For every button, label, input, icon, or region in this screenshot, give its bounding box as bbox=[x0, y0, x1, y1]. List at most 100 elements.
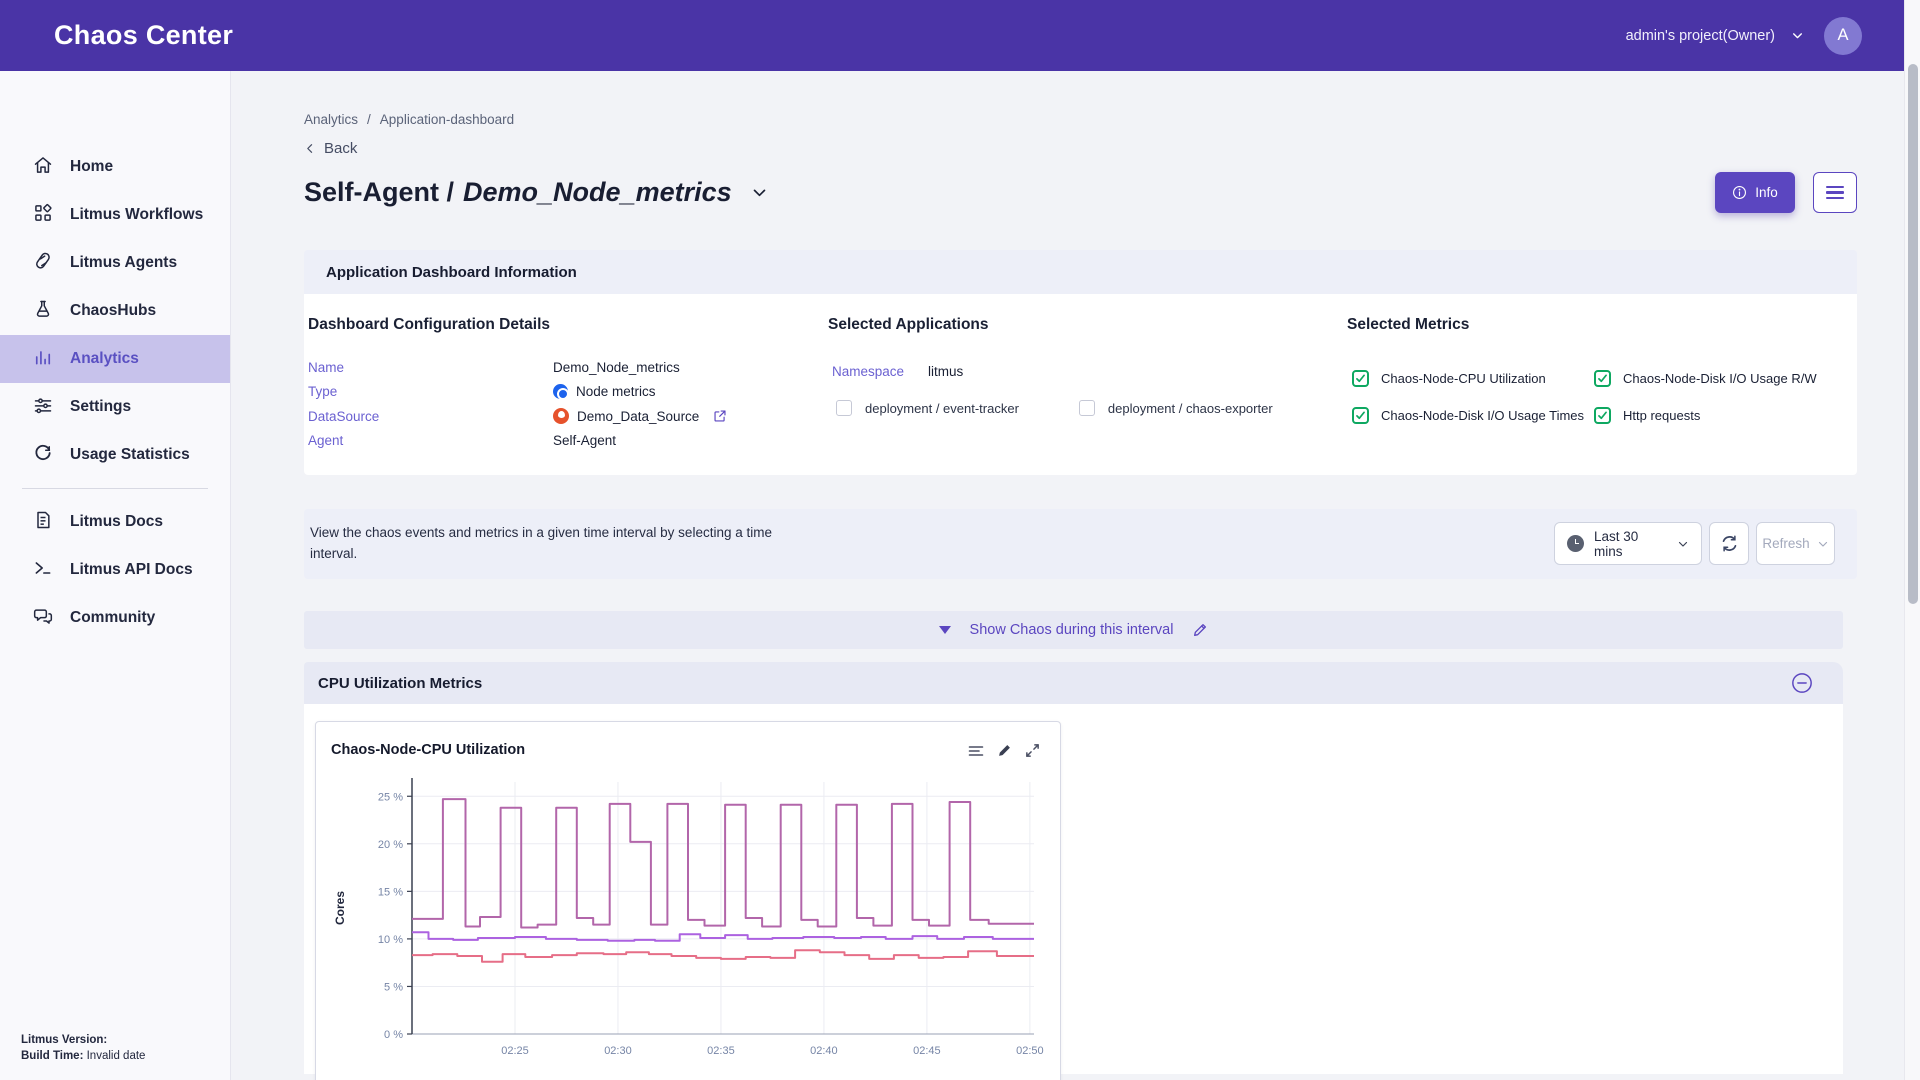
avatar[interactable]: A bbox=[1824, 17, 1862, 55]
cpu-section-title: CPU Utilization Metrics bbox=[318, 675, 482, 692]
page-title-dashboard: Demo_Node_metrics bbox=[463, 177, 732, 208]
external-link-icon[interactable] bbox=[713, 409, 727, 423]
sidebar-item-usage-statistics[interactable]: Usage Statistics bbox=[0, 431, 230, 479]
chart-expand-icon[interactable] bbox=[1025, 743, 1040, 759]
svg-text:02:35: 02:35 bbox=[707, 1045, 735, 1057]
show-chaos-label: Show Chaos during this interval bbox=[970, 622, 1174, 638]
svg-text:02:30: 02:30 bbox=[604, 1045, 632, 1057]
scrollbar-thumb[interactable] bbox=[1908, 64, 1918, 604]
node-metrics-icon bbox=[553, 384, 568, 399]
sidebar-item-litmus-api-docs[interactable]: Litmus API Docs bbox=[0, 546, 230, 594]
chevron-down-icon bbox=[1677, 538, 1689, 550]
application-option-label: deployment / chaos-exporter bbox=[1108, 401, 1273, 416]
dashboard-info-title: Application Dashboard Information bbox=[326, 264, 577, 281]
time-range-select[interactable]: Last 30 mins bbox=[1554, 522, 1702, 565]
sidebar-item-home[interactable]: Home bbox=[0, 143, 230, 191]
refresh-icon bbox=[1720, 534, 1739, 553]
applications-title: Selected Applications bbox=[828, 316, 989, 334]
chevron-left-icon bbox=[304, 142, 317, 155]
metric-option-label: Chaos-Node-Disk I/O Usage Times bbox=[1381, 408, 1584, 423]
config-row-datasource: DataSource Demo_Data_Source bbox=[308, 404, 727, 429]
checkbox-disk-io-times[interactable] bbox=[1352, 407, 1369, 424]
svg-text:02:45: 02:45 bbox=[913, 1045, 941, 1057]
terminal-icon bbox=[33, 558, 53, 583]
page-title: Self-Agent / Demo_Node_metrics bbox=[304, 177, 768, 208]
build-time-value: Invalid date bbox=[87, 1050, 146, 1062]
sidebar-item-label: Home bbox=[70, 158, 113, 176]
application-option: deployment / chaos-exporter bbox=[1079, 400, 1273, 416]
main-content: Analytics / Application-dashboard Back S… bbox=[232, 71, 1904, 1080]
sidebar: Home Litmus Workflows Litmus Agents Chao… bbox=[0, 71, 231, 1080]
sidebar-item-settings[interactable]: Settings bbox=[0, 383, 230, 431]
refresh-interval-select[interactable]: Refresh bbox=[1756, 522, 1835, 565]
svg-text:15 %: 15 % bbox=[378, 886, 403, 898]
info-button-label: Info bbox=[1755, 185, 1778, 200]
checkbox-event-tracker[interactable] bbox=[836, 400, 852, 416]
cpu-utilization-chart: 0 %5 %10 %15 %20 %25 %02:2502:3002:3502:… bbox=[324, 774, 1046, 1074]
svg-text:5 %: 5 % bbox=[384, 981, 403, 993]
config-label: Agent bbox=[308, 433, 553, 448]
info-button[interactable]: Info bbox=[1715, 172, 1795, 213]
sidebar-item-litmus-docs[interactable]: Litmus Docs bbox=[0, 498, 230, 546]
sidebar-divider bbox=[22, 488, 208, 489]
sidebar-item-analytics[interactable]: Analytics bbox=[0, 335, 230, 383]
checkbox-chaos-exporter[interactable] bbox=[1079, 400, 1095, 416]
sidebar-item-label: Litmus Agents bbox=[70, 254, 177, 272]
sidebar-item-litmus-workflows[interactable]: Litmus Workflows bbox=[0, 191, 230, 239]
collapse-section-icon[interactable] bbox=[1791, 672, 1813, 694]
sliders-icon bbox=[33, 395, 53, 420]
metrics-title: Selected Metrics bbox=[1347, 316, 1469, 334]
back-button[interactable]: Back bbox=[304, 140, 374, 157]
pencil-icon[interactable] bbox=[1192, 622, 1208, 638]
chart-series-cpu-utilization-mid bbox=[412, 932, 1034, 941]
chevron-down-icon bbox=[1791, 29, 1804, 42]
chart-series-cpu-utilization-high bbox=[412, 799, 1034, 927]
configuration-title: Dashboard Configuration Details bbox=[308, 316, 727, 334]
checkbox-http-requests[interactable] bbox=[1594, 407, 1611, 424]
config-row-agent: Agent Self-Agent bbox=[308, 429, 727, 454]
selected-applications: Selected Applications bbox=[828, 316, 989, 334]
document-icon bbox=[33, 510, 53, 535]
dashboard-menu-button[interactable] bbox=[1813, 172, 1857, 213]
config-row-type: Type Node metrics bbox=[308, 380, 727, 405]
sidebar-item-chaoshubs[interactable]: ChaosHubs bbox=[0, 287, 230, 335]
info-icon bbox=[1732, 185, 1747, 200]
sidebar-item-label: Litmus API Docs bbox=[70, 561, 193, 579]
checkbox-cpu-utilization[interactable] bbox=[1352, 370, 1369, 387]
breadcrumb-application-dashboard[interactable]: Application-dashboard bbox=[380, 112, 514, 127]
build-time-label: Build Time: bbox=[21, 1050, 83, 1062]
chart-title: Chaos-Node-CPU Utilization bbox=[331, 742, 525, 758]
cpu-section-header: CPU Utilization Metrics bbox=[304, 662, 1843, 704]
sidebar-item-community[interactable]: Community bbox=[0, 594, 230, 642]
svg-text:20 %: 20 % bbox=[378, 839, 403, 851]
refresh-now-button[interactable] bbox=[1709, 522, 1749, 565]
app-header: Chaos Center admin's project(Owner) A bbox=[0, 0, 1920, 71]
svg-text:0 %: 0 % bbox=[384, 1029, 403, 1041]
sidebar-item-label: Community bbox=[70, 609, 155, 627]
litmus-version-label: Litmus Version: bbox=[21, 1034, 107, 1046]
config-label: DataSource bbox=[308, 409, 553, 424]
checkbox-disk-io-rw[interactable] bbox=[1594, 370, 1611, 387]
config-value: Self-Agent bbox=[553, 433, 616, 448]
cpu-utilization-section: CPU Utilization Metrics Chaos-Node-CPU U… bbox=[304, 662, 1843, 1074]
time-interval-panel: View the chaos events and metrics in a g… bbox=[304, 509, 1857, 579]
app-title: Chaos Center bbox=[54, 20, 233, 51]
project-selector[interactable]: admin's project(Owner) bbox=[1626, 28, 1804, 44]
namespace-label: Namespace bbox=[832, 364, 904, 379]
application-option-label: deployment / event-tracker bbox=[865, 401, 1019, 416]
metric-option: Chaos-Node-Disk I/O Usage R/W bbox=[1594, 370, 1817, 387]
show-chaos-toggle[interactable]: Show Chaos during this interval bbox=[304, 611, 1843, 649]
time-interval-description: View the chaos events and metrics in a g… bbox=[310, 522, 772, 564]
hamburger-icon bbox=[1826, 186, 1844, 200]
sidebar-item-litmus-agents[interactable]: Litmus Agents bbox=[0, 239, 230, 287]
sidebar-item-label: Litmus Docs bbox=[70, 513, 163, 531]
dashboard-switcher-chevron-icon[interactable] bbox=[751, 184, 768, 201]
namespace-value: litmus bbox=[928, 364, 963, 379]
config-row-name: Name Demo_Node_metrics bbox=[308, 355, 727, 380]
breadcrumb-analytics[interactable]: Analytics bbox=[304, 112, 358, 127]
chart-edit-pencil-icon[interactable] bbox=[997, 743, 1012, 759]
scrollbar bbox=[1904, 0, 1920, 1080]
chart-legend-icon[interactable] bbox=[968, 743, 984, 759]
metric-option: Http requests bbox=[1594, 407, 1700, 424]
agents-icon bbox=[33, 251, 53, 276]
